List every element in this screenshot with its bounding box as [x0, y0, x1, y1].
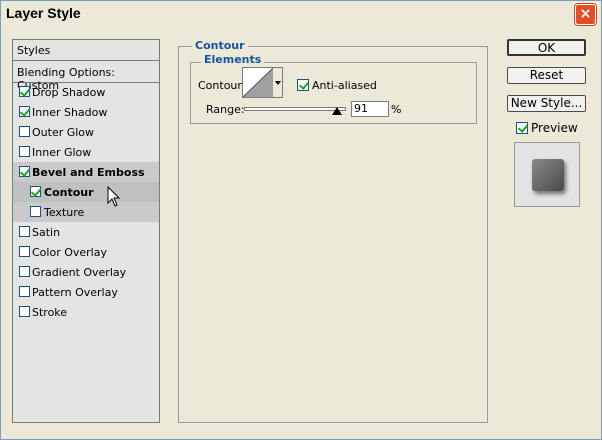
style-item-contour[interactable]: Contour — [13, 182, 159, 202]
title-bar: Layer Style × — [1, 1, 601, 27]
satin-checkbox[interactable] — [19, 226, 30, 237]
style-item-pattern-overlay[interactable]: Pattern Overlay — [13, 282, 159, 302]
style-item-label: Drop Shadow — [32, 86, 106, 99]
gradient-overlay-checkbox[interactable] — [19, 266, 30, 277]
drop-shadow-checkbox[interactable] — [19, 86, 30, 97]
reset-button[interactable]: Reset — [507, 67, 586, 84]
close-button[interactable]: × — [575, 4, 596, 25]
bevel-emboss-checkbox[interactable] — [19, 166, 30, 177]
contour-picker[interactable] — [242, 67, 274, 98]
range-label: Range: — [206, 103, 245, 116]
style-item-satin[interactable]: Satin — [13, 222, 159, 242]
preview-label: Preview — [531, 121, 578, 135]
range-slider-thumb[interactable] — [331, 107, 342, 115]
styles-list: Styles Blending Options: Custom Drop Sha… — [12, 39, 160, 423]
blending-options-item[interactable]: Blending Options: Custom — [13, 62, 159, 92]
contour-dropdown-arrow[interactable] — [273, 67, 283, 98]
style-item-label: Inner Shadow — [32, 106, 108, 119]
style-item-label: Satin — [32, 226, 61, 239]
style-item-inner-shadow[interactable]: Inner Shadow — [13, 102, 159, 122]
style-item-label: Contour — [44, 186, 94, 199]
ok-button[interactable]: OK — [507, 39, 586, 56]
style-item-color-overlay[interactable]: Color Overlay — [13, 242, 159, 262]
inner-shadow-checkbox[interactable] — [19, 106, 30, 117]
style-item-stroke[interactable]: Stroke — [13, 302, 159, 322]
contour-curve-icon — [243, 68, 273, 97]
pattern-overlay-checkbox[interactable] — [19, 286, 30, 297]
range-input[interactable]: 91 — [351, 101, 389, 117]
contour-group-title: Contour — [192, 39, 248, 52]
style-item-gradient-overlay[interactable]: Gradient Overlay — [13, 262, 159, 282]
style-item-label: Outer Glow — [32, 126, 95, 139]
dialog-title: Layer Style — [6, 5, 81, 21]
texture-checkbox[interactable] — [30, 206, 41, 217]
outer-glow-checkbox[interactable] — [19, 126, 30, 137]
contour-label: Contour: — [198, 79, 246, 92]
color-overlay-checkbox[interactable] — [19, 246, 30, 257]
stroke-checkbox[interactable] — [19, 306, 30, 317]
style-item-label: Bevel and Emboss — [32, 166, 145, 179]
range-percent-sign: % — [391, 103, 402, 116]
style-item-label: Stroke — [32, 306, 68, 319]
style-item-drop-shadow[interactable]: Drop Shadow — [13, 82, 159, 102]
close-icon: × — [579, 6, 592, 22]
style-item-label: Color Overlay — [32, 246, 107, 259]
contour-checkbox[interactable] — [30, 186, 41, 197]
preview-swatch — [532, 159, 564, 191]
styles-header-label: Styles — [17, 44, 51, 57]
style-item-label: Inner Glow — [32, 146, 92, 159]
inner-glow-checkbox[interactable] — [19, 146, 30, 157]
style-item-texture[interactable]: Texture — [13, 202, 159, 222]
style-item-bevel-emboss[interactable]: Bevel and Emboss — [13, 162, 159, 182]
style-item-outer-glow[interactable]: Outer Glow — [13, 122, 159, 142]
preview-checkbox[interactable] — [516, 122, 528, 134]
mouse-cursor-icon — [107, 186, 121, 207]
anti-aliased-label: Anti-aliased — [312, 79, 377, 92]
style-item-label: Pattern Overlay — [32, 286, 118, 299]
style-item-inner-glow[interactable]: Inner Glow — [13, 142, 159, 162]
range-slider[interactable] — [244, 107, 346, 111]
elements-group-title: Elements — [201, 53, 265, 66]
styles-header[interactable]: Styles — [13, 40, 159, 61]
style-preview — [514, 142, 580, 207]
style-item-label: Texture — [44, 206, 85, 219]
anti-aliased-checkbox[interactable] — [297, 79, 309, 91]
new-style-button[interactable]: New Style... — [507, 95, 586, 112]
style-item-label: Gradient Overlay — [32, 266, 127, 279]
